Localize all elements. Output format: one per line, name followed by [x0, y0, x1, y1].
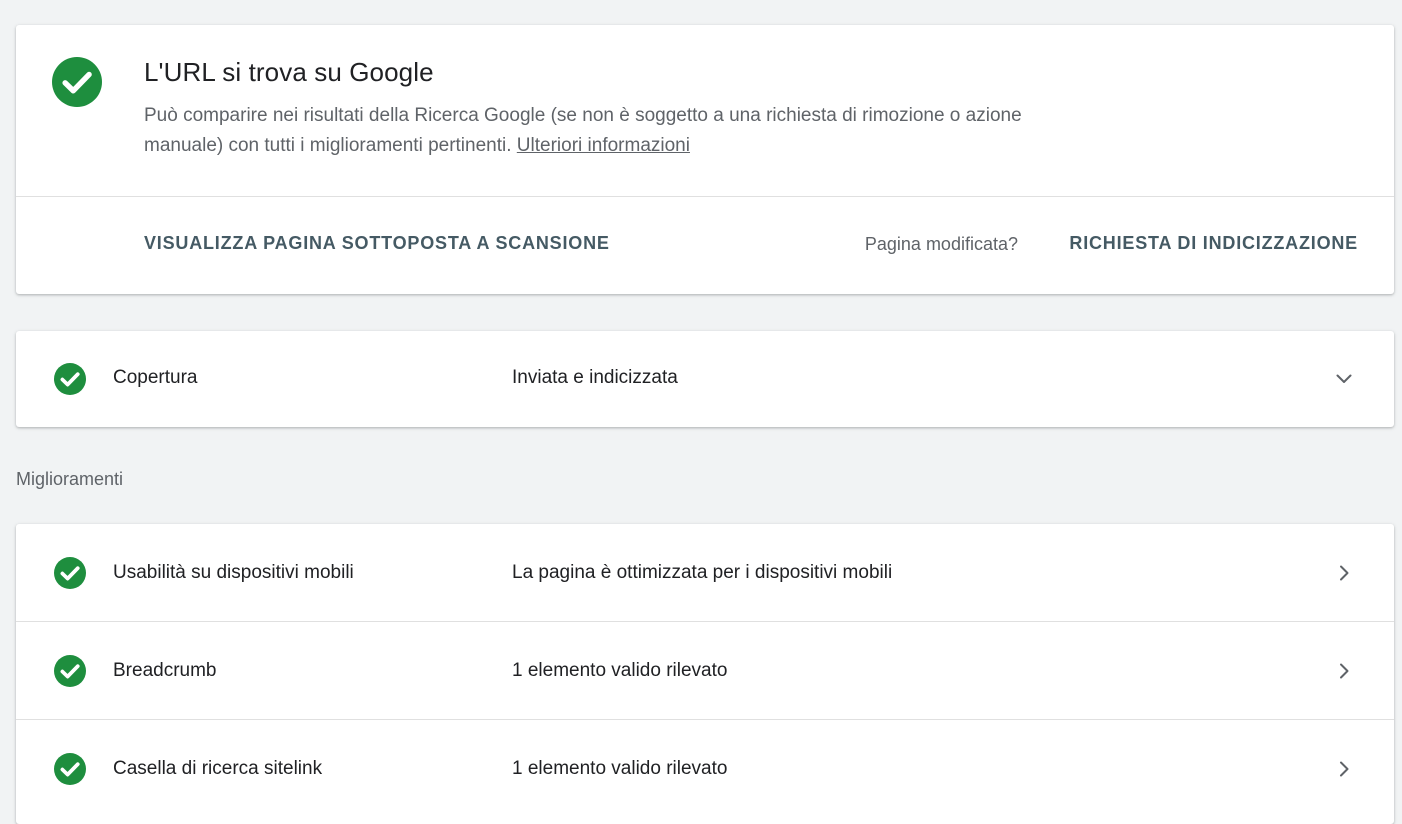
- enhancement-row-mobile-usability[interactable]: Usabilità su dispositivi mobili La pagin…: [16, 524, 1394, 621]
- learn-more-link[interactable]: Ulteriori informazioni: [517, 135, 690, 156]
- enhancement-value: 1 elemento valido rilevato: [512, 758, 728, 779]
- enhancement-row-breadcrumb[interactable]: Breadcrumb 1 elemento valido rilevato: [16, 621, 1394, 719]
- status-summary: L'URL si trova su Google Può comparire n…: [16, 25, 1394, 197]
- coverage-card: Copertura Inviata e indicizzata: [16, 331, 1394, 427]
- coverage-value: Inviata e indicizzata: [512, 367, 678, 388]
- check-circle-icon: [54, 557, 86, 589]
- chevron-right-icon[interactable]: [1332, 757, 1356, 781]
- url-status-card: L'URL si trova su Google Può comparire n…: [16, 25, 1394, 294]
- enhancement-row-sitelinks-searchbox[interactable]: Casella di ricerca sitelink 1 elemento v…: [16, 719, 1394, 817]
- enhancement-label: Usabilità su dispositivi mobili: [113, 562, 354, 583]
- enhancement-label: Breadcrumb: [113, 660, 217, 681]
- chevron-right-icon[interactable]: [1332, 659, 1356, 683]
- enhancements-card: Usabilità su dispositivi mobili La pagin…: [16, 524, 1394, 824]
- status-actions: VISUALIZZA PAGINA SOTTOPOSTA A SCANSIONE…: [16, 197, 1394, 294]
- check-circle-icon: [54, 655, 86, 687]
- request-indexing-button[interactable]: RICHIESTA DI INDICIZZAZIONE: [1069, 233, 1358, 254]
- chevron-down-icon[interactable]: [1332, 367, 1356, 391]
- enhancement-label: Casella di ricerca sitelink: [113, 758, 323, 779]
- view-crawled-page-button[interactable]: VISUALIZZA PAGINA SOTTOPOSTA A SCANSIONE: [144, 233, 610, 254]
- enhancement-value: La pagina è ottimizzata per i dispositiv…: [512, 562, 893, 583]
- chevron-right-icon[interactable]: [1332, 561, 1356, 585]
- check-circle-icon: [54, 363, 86, 395]
- status-description: Può comparire nei risultati della Ricerc…: [144, 101, 1024, 161]
- coverage-row[interactable]: Copertura Inviata e indicizzata: [16, 331, 1394, 427]
- enhancements-heading: Miglioramenti: [16, 469, 124, 489]
- status-title: L'URL si trova su Google: [144, 57, 434, 87]
- page-modified-label: Pagina modificata?: [864, 234, 1018, 254]
- check-circle-icon: [54, 753, 86, 785]
- check-circle-icon: [52, 57, 102, 107]
- enhancement-value: 1 elemento valido rilevato: [512, 660, 728, 681]
- coverage-label: Copertura: [113, 367, 198, 388]
